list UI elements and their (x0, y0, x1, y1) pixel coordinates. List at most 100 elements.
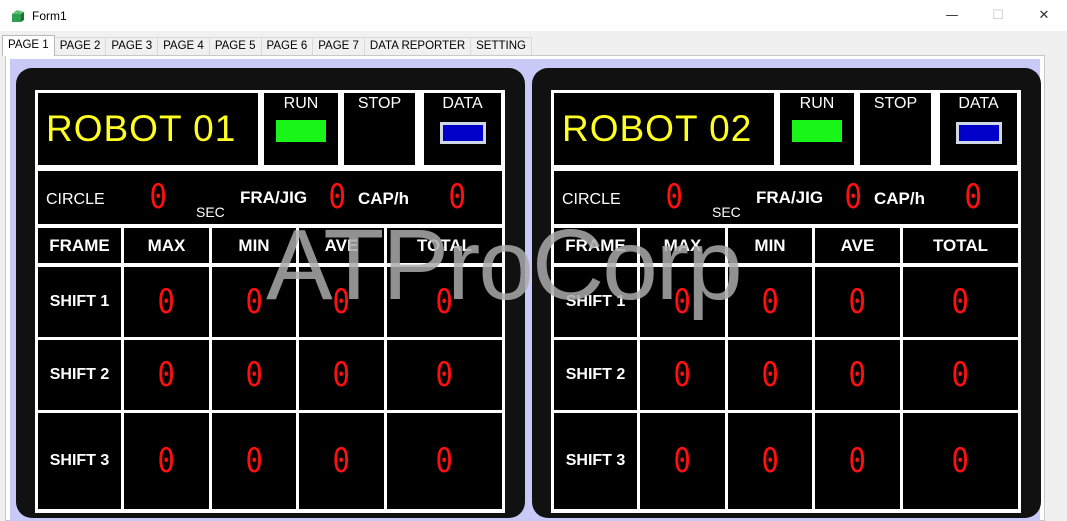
run-indicator (276, 120, 326, 142)
robot-02-run-button[interactable]: RUN (780, 93, 854, 165)
robot-02-info-row: CIRCLE 0 SEC FRA/JIG 0 CAP/h 0 (554, 171, 1018, 224)
shift-3-min: 0 (728, 413, 812, 509)
tab-page-7[interactable]: PAGE 7 (312, 37, 365, 55)
tab-page-1[interactable]: PAGE 1 (2, 35, 55, 56)
shift-3-total-value: 0 (435, 441, 454, 481)
page-background: ROBOT 01 RUN STOP DATA CIRCLE 0 SEC FRA/… (10, 59, 1041, 521)
circle-value: 0 (149, 177, 167, 217)
fra-jig-label: FRA/JIG (240, 188, 308, 207)
maximize-button[interactable]: ☐ (975, 0, 1021, 31)
robot-01-title: ROBOT 01 (38, 93, 258, 165)
shift-1-min: 0 (212, 267, 296, 337)
shift-2-max: 0 (124, 340, 209, 410)
robot-02-panel: ROBOT 02 RUN STOP DATA CIRCLE 0 SEC FRA/… (532, 68, 1041, 518)
shift-3-max: 0 (124, 413, 209, 509)
tab-page-content: ROBOT 01 RUN STOP DATA CIRCLE 0 SEC FRA/… (5, 55, 1045, 521)
min-header: MIN (212, 228, 296, 263)
shift-1-label: SHIFT 1 (38, 267, 121, 337)
shift-2-min: 0 (212, 340, 296, 410)
data-indicator (955, 122, 1002, 144)
shift-1-ave: 0 (815, 267, 900, 337)
tab-page-3[interactable]: PAGE 3 (105, 37, 159, 55)
close-button[interactable]: ✕ (1021, 0, 1067, 31)
data-label: DATA (958, 95, 999, 112)
robot-02-title: ROBOT 02 (554, 93, 774, 165)
shift-1-max: 0 (124, 267, 209, 337)
tab-data-reporter[interactable]: DATA REPORTER (363, 37, 472, 55)
cap-h-label: CAP/h (358, 189, 409, 208)
fra-jig-label: FRA/JIG (756, 188, 824, 207)
app-icon (12, 9, 24, 22)
robot-02-grid: ROBOT 02 RUN STOP DATA CIRCLE 0 SEC FRA/… (551, 90, 1021, 513)
shift-3-total: 0 (387, 413, 502, 509)
robot-02-data-button[interactable]: DATA (940, 93, 1017, 165)
min-header: MIN (728, 228, 812, 263)
shift-3-total-value: 0 (951, 441, 970, 481)
shift-3-max-value: 0 (673, 441, 692, 481)
cap-h-value: 0 (448, 177, 466, 217)
title-bar[interactable]: Form1 — ☐ ✕ (0, 0, 1067, 31)
circle-label: CIRCLE (46, 191, 105, 208)
shift-2-total: 0 (387, 340, 502, 410)
shift-1-max: 0 (640, 267, 725, 337)
shift-2-ave-value: 0 (848, 355, 867, 395)
tab-page-2[interactable]: PAGE 2 (53, 37, 107, 55)
shift-2-label: SHIFT 2 (554, 340, 637, 410)
tab-page-6[interactable]: PAGE 6 (260, 37, 314, 55)
tab-strip: PAGE 1 PAGE 2 PAGE 3 PAGE 4 PAGE 5 PAGE … (2, 35, 532, 56)
total-header: TOTAL (387, 228, 502, 263)
shift-1-min: 0 (728, 267, 812, 337)
total-header: TOTAL (903, 228, 1018, 263)
tab-page-4[interactable]: PAGE 4 (157, 37, 210, 55)
cap-h-value: 0 (964, 177, 982, 217)
shift-3-ave: 0 (815, 413, 900, 509)
shift-3-ave: 0 (299, 413, 384, 509)
shift-1-total: 0 (387, 267, 502, 337)
shift-3-ave-value: 0 (848, 441, 867, 481)
form1-window: Form1 — ☐ ✕ PAGE 1 PAGE 2 PAGE 3 PAGE 4 … (0, 0, 1067, 521)
robot-01-info-row: CIRCLE 0 SEC FRA/JIG 0 CAP/h 0 (38, 171, 502, 224)
stop-label: STOP (873, 95, 918, 112)
stop-label: STOP (357, 95, 402, 112)
shift-3-label: SHIFT 3 (554, 413, 637, 509)
shift-2-total-value: 0 (951, 355, 970, 395)
shift-1-total: 0 (903, 267, 1018, 337)
shift-2-ave: 0 (299, 340, 384, 410)
run-indicator (792, 120, 842, 142)
frame-header: FRAME (38, 228, 121, 263)
shift-2-ave-value: 0 (332, 355, 351, 395)
shift-1-min-value: 0 (761, 282, 779, 322)
robot-02-stop-button[interactable]: STOP (860, 93, 931, 165)
robot-01-data-button[interactable]: DATA (424, 93, 501, 165)
tab-setting[interactable]: SETTING (470, 37, 532, 55)
shift-1-ave-value: 0 (332, 282, 351, 322)
shift-3-max-value: 0 (157, 441, 176, 481)
sec-label: SEC (196, 204, 225, 220)
max-header: MAX (640, 228, 725, 263)
shift-2-min-value: 0 (761, 355, 779, 395)
ave-header: AVE (815, 228, 900, 263)
shift-1-min-value: 0 (245, 282, 263, 322)
fra-jig-value: 0 (844, 177, 862, 217)
ave-header: AVE (299, 228, 384, 263)
sec-label: SEC (712, 204, 741, 220)
robot-01-stop-button[interactable]: STOP (344, 93, 415, 165)
shift-3-max: 0 (640, 413, 725, 509)
shift-3-min: 0 (212, 413, 296, 509)
robot-01-grid: ROBOT 01 RUN STOP DATA CIRCLE 0 SEC FRA/… (35, 90, 505, 513)
shift-1-total-value: 0 (951, 282, 970, 322)
robot-01-run-button[interactable]: RUN (264, 93, 338, 165)
shift-2-min-value: 0 (245, 355, 263, 395)
shift-2-total: 0 (903, 340, 1018, 410)
shift-2-label: SHIFT 2 (38, 340, 121, 410)
run-label: RUN (283, 95, 319, 112)
shift-3-label: SHIFT 3 (38, 413, 121, 509)
shift-1-max-value: 0 (157, 282, 176, 322)
tab-page-5[interactable]: PAGE 5 (208, 37, 262, 55)
minimize-button[interactable]: — (929, 0, 975, 31)
cap-h-label: CAP/h (874, 189, 925, 208)
shift-2-ave: 0 (815, 340, 900, 410)
shift-1-ave-value: 0 (848, 282, 867, 322)
frame-header: FRAME (554, 228, 637, 263)
shift-2-max: 0 (640, 340, 725, 410)
